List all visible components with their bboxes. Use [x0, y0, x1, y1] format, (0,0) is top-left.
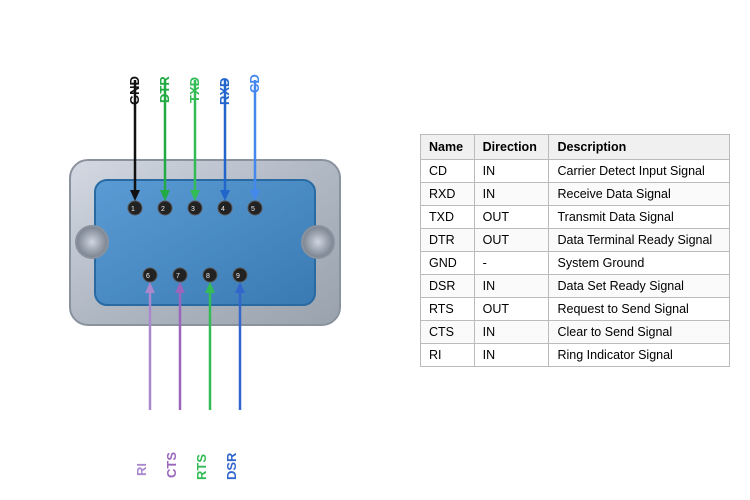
table-row: RXDINReceive Data Signal: [421, 182, 730, 205]
table-cell-0-1: IN: [474, 159, 549, 182]
table-row: CDINCarrier Detect Input Signal: [421, 159, 730, 182]
col-header-direction: Direction: [474, 134, 549, 159]
svg-text:RTS: RTS: [194, 454, 209, 480]
col-header-name: Name: [421, 134, 475, 159]
table-cell-7-1: IN: [474, 320, 549, 343]
table-cell-8-0: RI: [421, 343, 475, 366]
svg-text:CTS: CTS: [164, 452, 179, 478]
table-cell-5-1: IN: [474, 274, 549, 297]
table-cell-4-2: System Ground: [549, 251, 730, 274]
table-cell-2-1: OUT: [474, 205, 549, 228]
table-cell-6-2: Request to Send Signal: [549, 297, 730, 320]
table-cell-6-0: RTS: [421, 297, 475, 320]
col-header-description: Description: [549, 134, 730, 159]
svg-text:3: 3: [191, 206, 195, 213]
svg-text:GND: GND: [127, 76, 142, 105]
table-cell-0-2: Carrier Detect Input Signal: [549, 159, 730, 182]
svg-text:5: 5: [251, 206, 255, 213]
table-cell-5-0: DSR: [421, 274, 475, 297]
table-cell-2-2: Transmit Data Signal: [549, 205, 730, 228]
table-cell-8-2: Ring Indicator Signal: [549, 343, 730, 366]
svg-text:9: 9: [236, 273, 240, 280]
table-cell-8-1: IN: [474, 343, 549, 366]
svg-text:1: 1: [131, 206, 135, 213]
svg-text:RI: RI: [134, 463, 149, 476]
table-cell-3-0: DTR: [421, 228, 475, 251]
table-row: GND-System Ground: [421, 251, 730, 274]
svg-text:RXD: RXD: [217, 78, 232, 105]
table-row: DSRINData Set Ready Signal: [421, 274, 730, 297]
table-cell-1-0: RXD: [421, 182, 475, 205]
table-cell-7-2: Clear to Send Signal: [549, 320, 730, 343]
table-cell-5-2: Data Set Ready Signal: [549, 274, 730, 297]
svg-text:6: 6: [146, 273, 150, 280]
svg-text:2: 2: [161, 206, 165, 213]
signal-table: Name Direction Description CDINCarrier D…: [410, 134, 730, 367]
table-row: RIINRing Indicator Signal: [421, 343, 730, 366]
table-row: TXDOUTTransmit Data Signal: [421, 205, 730, 228]
svg-text:CD: CD: [247, 74, 262, 93]
table-row: DTROUTData Terminal Ready Signal: [421, 228, 730, 251]
svg-text:7: 7: [176, 273, 180, 280]
main-container: 1 2 3 4 5 6 7 8 9: [5, 10, 745, 490]
table-row: CTSINClear to Send Signal: [421, 320, 730, 343]
svg-text:8: 8: [206, 273, 210, 280]
table-cell-3-1: OUT: [474, 228, 549, 251]
table-cell-3-2: Data Terminal Ready Signal: [549, 228, 730, 251]
table-cell-2-0: TXD: [421, 205, 475, 228]
table-row: RTSOUTRequest to Send Signal: [421, 297, 730, 320]
table-cell-7-0: CTS: [421, 320, 475, 343]
svg-text:TXD: TXD: [187, 77, 202, 103]
svg-text:4: 4: [221, 206, 225, 213]
table-cell-4-0: GND: [421, 251, 475, 274]
svg-text:DSR: DSR: [224, 452, 239, 480]
table-cell-1-1: IN: [474, 182, 549, 205]
table-cell-1-2: Receive Data Signal: [549, 182, 730, 205]
table-cell-0-0: CD: [421, 159, 475, 182]
table-cell-4-1: -: [474, 251, 549, 274]
connector-diagram: 1 2 3 4 5 6 7 8 9: [20, 20, 410, 480]
svg-text:DTR: DTR: [157, 76, 172, 103]
table-cell-6-1: OUT: [474, 297, 549, 320]
